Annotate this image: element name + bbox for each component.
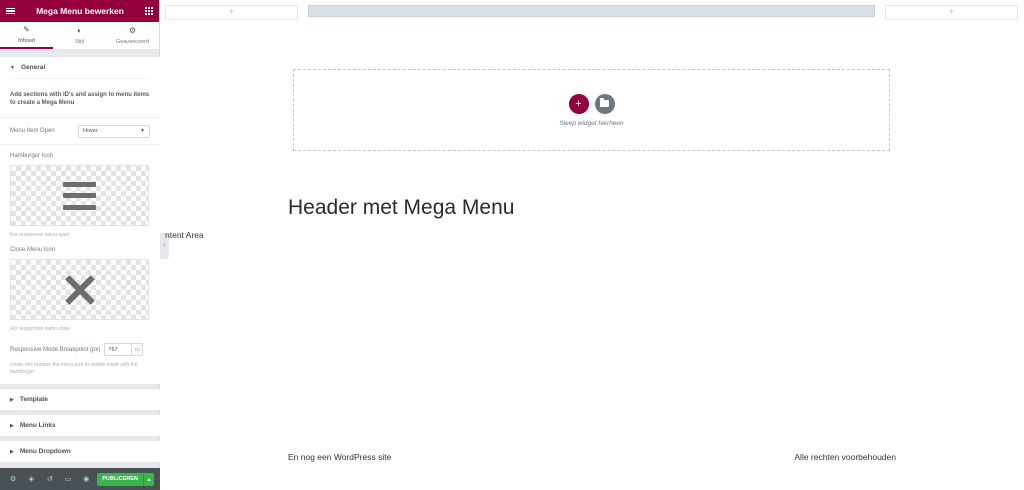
section-general-body: Add sections with ID's and assign to men… <box>0 78 160 384</box>
breakpoint-hint: Under this number the menu turn to mobil… <box>10 362 138 375</box>
page-heading[interactable]: Header met Mega Menu <box>288 196 514 220</box>
hamburger-icon-label: Hamburger Icon <box>10 153 54 159</box>
hamburger-hint: For responsive menu open <box>10 232 70 238</box>
add-section-right[interactable]: + <box>885 5 1018 20</box>
contrast-icon: ◐ <box>77 25 82 35</box>
add-section-button[interactable]: + <box>568 93 589 114</box>
footer-left-text[interactable]: En nog een WordPress site <box>288 452 391 462</box>
dropzone-buttons: + <box>568 93 615 114</box>
tab-label: Geavanceerd <box>115 38 150 45</box>
select-value: Hover <box>83 128 98 134</box>
section-title: Menu Links <box>19 422 56 429</box>
section-general-header[interactable]: ▼ General <box>0 57 160 78</box>
tab-geavanceerd[interactable]: ⚙ Geavanceerd <box>106 22 159 49</box>
chevron-down-icon: ▼ <box>140 128 145 134</box>
general-description: Add sections with ID's and assign to men… <box>10 78 150 117</box>
add-template-button[interactable] <box>594 93 615 114</box>
tab-label: Inhoud <box>18 37 35 44</box>
footer-right-text[interactable]: Alle rechten voorbehouden <box>794 452 896 462</box>
caret-right-icon: ▶ <box>10 448 14 455</box>
publish-options-caret-icon[interactable]: ▴ <box>143 472 155 486</box>
menu-item-open-label: Menu Item Open <box>10 128 55 134</box>
panel-title: Mega Menu bewerken <box>36 6 124 16</box>
add-section-left[interactable]: + <box>165 5 298 20</box>
menu-icon[interactable] <box>6 7 15 15</box>
caret-down-icon: ▼ <box>10 64 15 71</box>
tab-label: Stijl <box>75 38 84 45</box>
tab-inhoud[interactable]: ✎ Inhoud <box>0 22 53 49</box>
responsive-icon[interactable]: ▭ <box>61 472 75 486</box>
widgets-grid-icon[interactable] <box>144 7 153 15</box>
plus-icon: + <box>948 7 955 18</box>
plus-icon: + <box>228 7 235 18</box>
section-title: Menu Dropdown <box>19 448 71 455</box>
caret-right-icon: ▶ <box>10 396 14 403</box>
hamburger-icon-picker[interactable] <box>10 165 149 226</box>
widget-dropzone[interactable]: + Sleep widget hierheen <box>293 69 890 151</box>
section-menu-links-header[interactable]: ▶ Menu Links <box>0 415 160 436</box>
close-icon-label: Close Menu Icon <box>10 247 56 253</box>
tab-stijl[interactable]: ◐ Stijl <box>53 22 106 49</box>
panel-tabs: ✎ Inhoud ◐ Stijl ⚙ Geavanceerd <box>0 22 159 50</box>
panel-footer: ⚙ ◈ ↺ ▭ ◉ PUBLICEREN ▴ <box>0 468 160 490</box>
publish-button[interactable]: PUBLICEREN <box>97 472 144 486</box>
panel-header: Mega Menu bewerken <box>0 0 159 22</box>
breakpoint-input[interactable]: 767 <box>104 343 133 356</box>
section-menu-dropdown-header[interactable]: ▶ Menu Dropdown <box>0 441 160 462</box>
gear-icon: ⚙ <box>128 25 137 35</box>
menu-item-open-control: Menu Item Open Hover ▼ <box>10 118 150 144</box>
menu-item-open-select[interactable]: Hover ▼ <box>78 124 150 138</box>
plus-icon: + <box>575 97 582 110</box>
folder-icon <box>600 98 609 107</box>
content-area-label: ntent Area <box>165 230 204 240</box>
panel-content: ▼ General Add sections with ID's and ass… <box>0 52 160 468</box>
history-icon[interactable]: ↺ <box>43 472 57 486</box>
editor-panel: Mega Menu bewerken ✎ Inhoud ◐ Stijl ⚙ Ge… <box>0 0 160 490</box>
publish-group: PUBLICEREN ▴ <box>97 472 155 486</box>
pencil-icon: ✎ <box>23 24 30 34</box>
breakpoint-control: Responsive Mode Breakpoint (px) 767 ▭ <box>10 333 150 356</box>
layers-icon[interactable]: ◈ <box>24 472 38 486</box>
dropzone-text: Sleep widget hierheen <box>559 119 624 127</box>
section-title: General <box>20 64 46 71</box>
close-preview-icon <box>64 274 95 305</box>
breakpoint-label: Responsive Mode Breakpoint (px) <box>10 346 101 353</box>
close-icon-picker[interactable] <box>10 259 149 320</box>
gear-icon[interactable]: ⚙ <box>6 472 20 486</box>
desktop-icon[interactable]: ▭ <box>132 343 144 356</box>
hamburger-preview-icon <box>63 181 96 210</box>
caret-right-icon: ▶ <box>10 422 14 429</box>
close-hint: For responsive menu close <box>10 326 71 332</box>
header-section-bar[interactable] <box>308 5 875 17</box>
section-template-header[interactable]: ▶ Template <box>0 389 160 410</box>
section-title: Template <box>19 396 48 403</box>
eye-icon[interactable]: ◉ <box>79 472 93 486</box>
